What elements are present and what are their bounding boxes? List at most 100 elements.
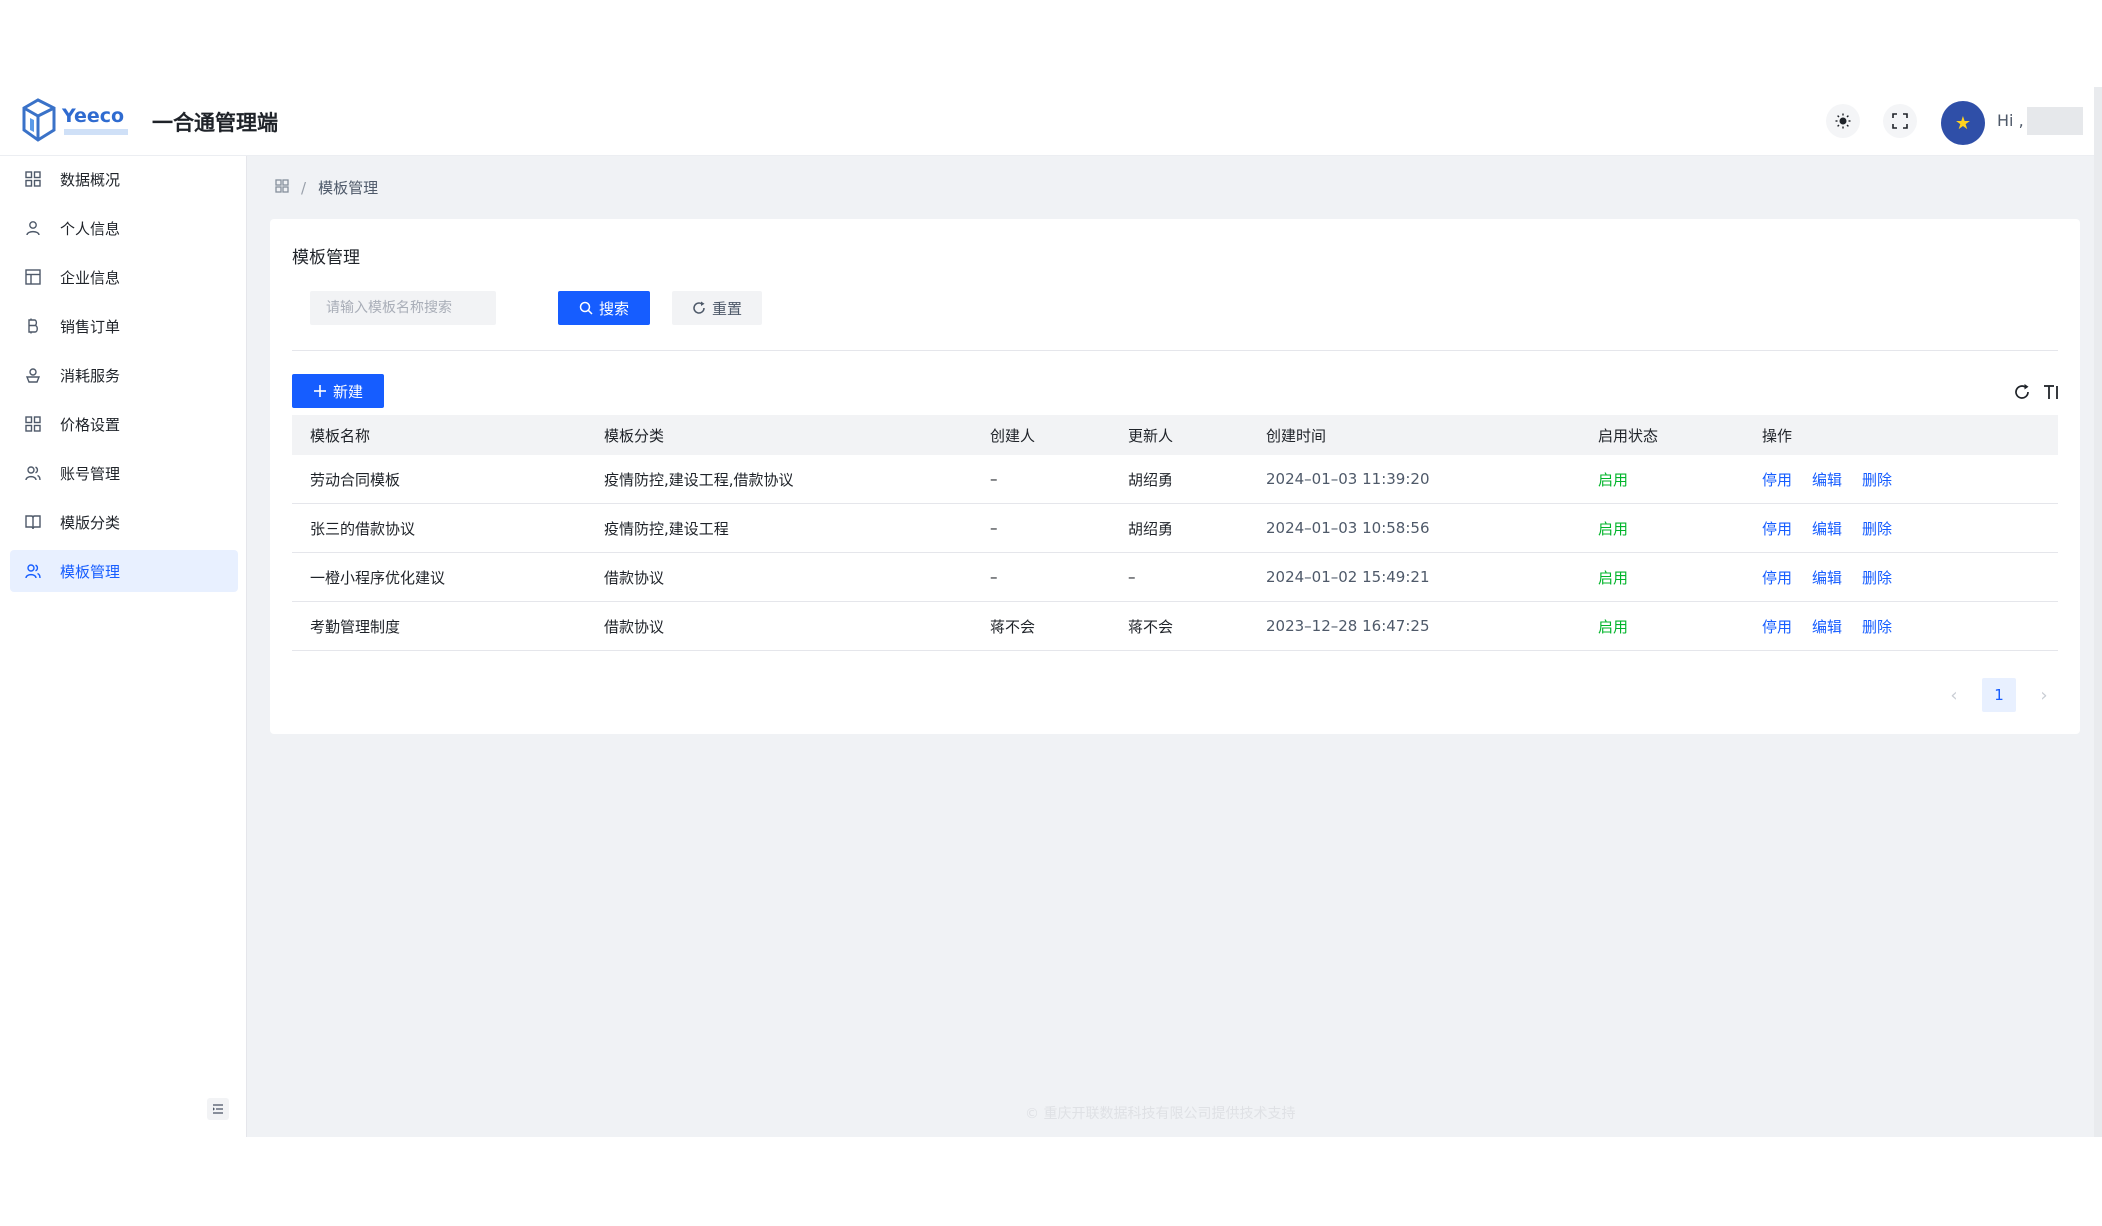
company-logo: Yeeco [20, 96, 138, 148]
reload-icon[interactable] [2012, 382, 2032, 402]
users-icon [24, 562, 42, 580]
sun-icon [1835, 113, 1851, 129]
top-header: Yeeco 一合通管理端 ★ Hi , [0, 87, 2102, 156]
breadcrumb-separator: / [301, 178, 307, 197]
sidebar-item-profile[interactable]: 个人信息 [10, 207, 238, 249]
book-icon [24, 513, 42, 531]
reset-button[interactable]: 重置 [672, 291, 762, 325]
sidebar-item-company[interactable]: 企业信息 [10, 256, 238, 298]
created-time: 2024–01–02 15:49:21 [1266, 568, 1430, 586]
page-number[interactable]: 1 [1982, 678, 2016, 712]
column-header: 创建人 [990, 426, 1036, 445]
service-icon [24, 366, 42, 384]
status-badge: 启用 [1598, 519, 1629, 538]
fullscreen-button[interactable] [1883, 104, 1917, 138]
next-page-icon[interactable]: › [2028, 679, 2060, 711]
template-updater: – [1128, 568, 1136, 586]
sidebar: 数据概况 个人信息 企业信息 销售订单 消耗服务 价格设置 账号管理 模版分类 … [0, 156, 247, 1137]
template-category: 疫情防控,建设工程,借款协议 [604, 470, 794, 489]
template-creator: 蒋不会 [990, 617, 1036, 636]
status-badge: 启用 [1598, 617, 1629, 636]
delete-link[interactable]: 删除 [1862, 567, 1892, 588]
app-window: Yeeco 一合通管理端 ★ Hi , 数据概况 个人信息 企业信息 销售订单 … [0, 87, 2102, 1137]
template-category: 借款协议 [604, 617, 665, 636]
template-category: 疫情防控,建设工程 [604, 519, 729, 538]
edit-link[interactable]: 编辑 [1812, 616, 1842, 637]
disable-link[interactable]: 停用 [1762, 469, 1792, 490]
created-time: 2024–01–03 11:39:20 [1266, 470, 1430, 488]
sidebar-item-label: 价格设置 [60, 415, 121, 434]
template-updater: 蒋不会 [1128, 617, 1174, 636]
page-title: 模板管理 [292, 248, 360, 268]
user-avatar[interactable]: ★ [1941, 101, 1985, 145]
template-category: 借款协议 [604, 568, 665, 587]
sidebar-item-dashboard[interactable]: 数据概况 [10, 158, 238, 200]
app-title: 一合通管理端 [152, 111, 278, 135]
prev-page-icon[interactable]: ‹ [1938, 679, 1970, 711]
bitcoin-icon [24, 317, 42, 335]
sidebar-item-template-categories[interactable]: 模版分类 [10, 501, 238, 543]
building-icon [24, 268, 42, 286]
disable-link[interactable]: 停用 [1762, 567, 1792, 588]
column-header: 更新人 [1128, 426, 1174, 445]
density-icon[interactable] [2042, 382, 2062, 402]
user-name-redacted [2027, 107, 2083, 135]
template-name: 一橙小程序优化建议 [310, 568, 446, 587]
edit-link[interactable]: 编辑 [1812, 518, 1842, 539]
sidebar-item-services[interactable]: 消耗服务 [10, 354, 238, 396]
template-card: 模板管理 搜索 重置 新建 [270, 219, 2080, 734]
user-greeting[interactable]: Hi , [1997, 111, 2024, 130]
dashboard-icon [24, 170, 42, 188]
template-updater: 胡绍勇 [1128, 519, 1174, 538]
sidebar-item-label: 企业信息 [60, 268, 121, 287]
pagination: ‹ 1 › [1938, 678, 2060, 712]
theme-toggle-button[interactable] [1826, 104, 1860, 138]
breadcrumb-current: 模板管理 [318, 179, 379, 197]
footer-copyright: © 重庆开联数据科技有限公司提供技术支持 [1025, 1106, 1296, 1122]
sidebar-item-accounts[interactable]: 账号管理 [10, 452, 238, 494]
column-header: 模板名称 [310, 426, 371, 445]
template-name: 张三的借款协议 [310, 519, 416, 538]
sidebar-item-template-management[interactable]: 模板管理 [10, 550, 238, 592]
menu-fold-icon [213, 1104, 223, 1114]
new-template-button[interactable]: 新建 [292, 374, 384, 408]
template-search-input[interactable] [310, 291, 496, 325]
sidebar-item-label: 个人信息 [60, 219, 121, 238]
search-button[interactable]: 搜索 [558, 291, 650, 325]
disable-link[interactable]: 停用 [1762, 616, 1792, 637]
plus-icon [313, 384, 327, 398]
column-header: 模板分类 [604, 426, 665, 445]
row-actions: 停用 编辑 删除 [1762, 602, 1912, 650]
sidebar-item-orders[interactable]: 销售订单 [10, 305, 238, 347]
sidebar-item-label: 模版分类 [60, 513, 121, 532]
delete-link[interactable]: 删除 [1862, 616, 1892, 637]
sidebar-item-pricing[interactable]: 价格设置 [10, 403, 238, 445]
row-actions: 停用 编辑 删除 [1762, 553, 1912, 601]
sidebar-item-label: 数据概况 [60, 170, 121, 189]
page-scrollbar[interactable] [2094, 87, 2102, 1137]
star-icon: ★ [1954, 112, 1972, 134]
status-badge: 启用 [1598, 568, 1629, 587]
table-row: 张三的借款协议 疫情防控,建设工程 – 胡绍勇 2024–01–03 10:58… [292, 504, 2058, 553]
search-button-label: 搜索 [598, 299, 629, 318]
home-icon[interactable] [275, 178, 289, 197]
column-header: 操作 [1762, 426, 1793, 445]
grid-icon [24, 415, 42, 433]
fullscreen-icon [1892, 113, 1908, 129]
sidebar-item-label: 销售订单 [60, 317, 121, 336]
disable-link[interactable]: 停用 [1762, 518, 1792, 539]
sidebar-item-label: 模板管理 [60, 562, 121, 581]
edit-link[interactable]: 编辑 [1812, 567, 1842, 588]
delete-link[interactable]: 删除 [1862, 469, 1892, 490]
reset-button-label: 重置 [711, 299, 742, 318]
delete-link[interactable]: 删除 [1862, 518, 1892, 539]
logo-text: Yeeco [61, 105, 124, 127]
edit-link[interactable]: 编辑 [1812, 469, 1842, 490]
users-icon [24, 464, 42, 482]
template-creator: – [990, 470, 998, 488]
row-actions: 停用 编辑 删除 [1762, 455, 1912, 503]
created-time: 2024–01–03 10:58:56 [1266, 519, 1430, 537]
table-header: 模板名称 模板分类 创建人 更新人 创建时间 启用状态 操作 [292, 415, 2058, 455]
template-name: 劳动合同模板 [310, 470, 401, 489]
sidebar-collapse-button[interactable] [207, 1098, 229, 1120]
